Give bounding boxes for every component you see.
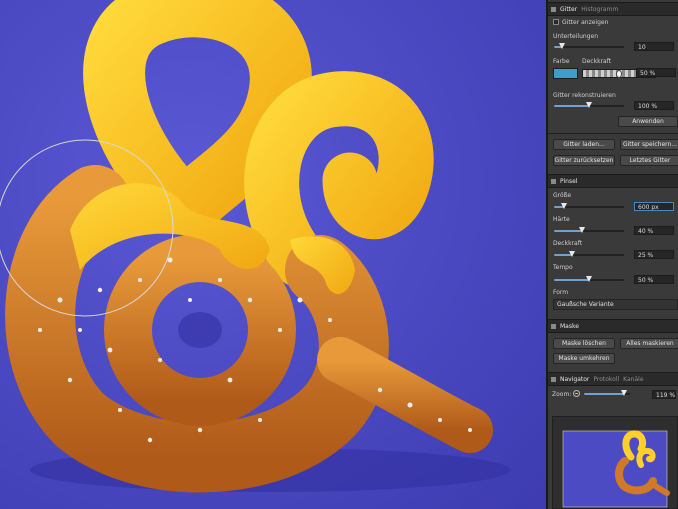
- show-grid-label: Gitter anzeigen: [562, 19, 609, 26]
- brush-section-title[interactable]: Pinsel: [560, 178, 577, 185]
- collapse-icon[interactable]: [551, 376, 556, 382]
- mask-section-title[interactable]: Maske: [560, 323, 579, 330]
- grid-section-body: Gitter anzeigen Unterteilungen 10 Farbe …: [548, 16, 678, 134]
- mask-section-header: Maske: [548, 319, 678, 333]
- zoom-slider[interactable]: [584, 390, 630, 398]
- size-slider[interactable]: 600 px: [554, 202, 674, 211]
- image-canvas[interactable]: [0, 0, 546, 509]
- last-grid-button[interactable]: Letztes Gitter: [620, 155, 678, 166]
- hardness-label: Härte: [553, 216, 570, 223]
- zoom-label: Zoom:: [552, 391, 572, 398]
- mask-all-button[interactable]: Alles maskieren: [620, 338, 678, 349]
- grid-opacity-label: Deckkraft: [582, 58, 612, 65]
- brush-opacity-label: Deckkraft: [553, 240, 583, 247]
- zoom-out-icon[interactable]: [573, 390, 580, 397]
- show-grid-checkbox[interactable]: [553, 19, 559, 25]
- rebuild-label: Gitter rekonstruieren: [553, 92, 616, 99]
- form-dropdown[interactable]: Gaußsche Variante: [553, 299, 678, 310]
- rebuild-slider[interactable]: 100 %: [554, 101, 674, 110]
- reset-grid-button[interactable]: Gitter zurücksetzen: [553, 155, 615, 166]
- navigator-thumbnail: [562, 430, 670, 508]
- size-label: Größe: [553, 192, 572, 199]
- tab-grid[interactable]: Gitter: [560, 6, 577, 13]
- grid-section-header: Gitter Histogramm: [548, 2, 678, 16]
- pretzel-ampersand-artwork: [0, 0, 546, 509]
- grid-opacity-value[interactable]: 50 %: [636, 68, 676, 77]
- color-swatch[interactable]: [553, 68, 578, 79]
- load-grid-button[interactable]: Gitter laden...: [553, 139, 615, 150]
- brush-section-header: Pinsel: [548, 174, 678, 188]
- tempo-slider[interactable]: 50 %: [554, 275, 674, 284]
- apply-button[interactable]: Anwenden: [618, 116, 678, 127]
- zoom-value[interactable]: 119 %: [652, 390, 676, 399]
- subdivisions-value[interactable]: 10: [634, 42, 674, 51]
- size-value[interactable]: 600 px: [634, 202, 674, 211]
- rebuild-value[interactable]: 100 %: [634, 101, 674, 110]
- brush-opacity-value[interactable]: 25 %: [634, 250, 674, 259]
- brush-opacity-slider[interactable]: 25 %: [554, 250, 674, 259]
- tempo-value[interactable]: 50 %: [634, 275, 674, 284]
- save-grid-button[interactable]: Gitter speichern...: [620, 139, 678, 150]
- collapse-icon[interactable]: [551, 323, 556, 329]
- invert-mask-button[interactable]: Maske umkehren: [553, 353, 615, 364]
- hardness-value[interactable]: 40 %: [634, 226, 674, 235]
- hardness-slider[interactable]: 40 %: [554, 226, 674, 235]
- collapse-icon[interactable]: [551, 178, 556, 184]
- right-panel: Gitter Histogramm Gitter anzeigen Untert…: [548, 0, 678, 509]
- form-label: Form: [553, 289, 569, 296]
- navigator-preview[interactable]: [552, 416, 678, 509]
- tempo-label: Tempo: [553, 264, 573, 271]
- brush-section-body: Größe 600 px Härte 40 % Deckkraft 25 % T…: [548, 188, 678, 316]
- tab-channels[interactable]: Kanäle: [623, 376, 643, 383]
- subdivisions-slider[interactable]: 10: [554, 42, 674, 51]
- subdivisions-label: Unterteilungen: [553, 33, 598, 40]
- tab-protocol[interactable]: Protokoll: [593, 376, 619, 383]
- navigator-section-header: Navigator Protokoll Kanäle: [548, 372, 678, 386]
- tab-navigator[interactable]: Navigator: [560, 376, 589, 383]
- collapse-icon[interactable]: [551, 6, 556, 12]
- color-label: Farbe: [553, 58, 570, 65]
- clear-mask-button[interactable]: Maske löschen: [553, 338, 615, 349]
- tab-histogram[interactable]: Histogramm: [581, 6, 618, 13]
